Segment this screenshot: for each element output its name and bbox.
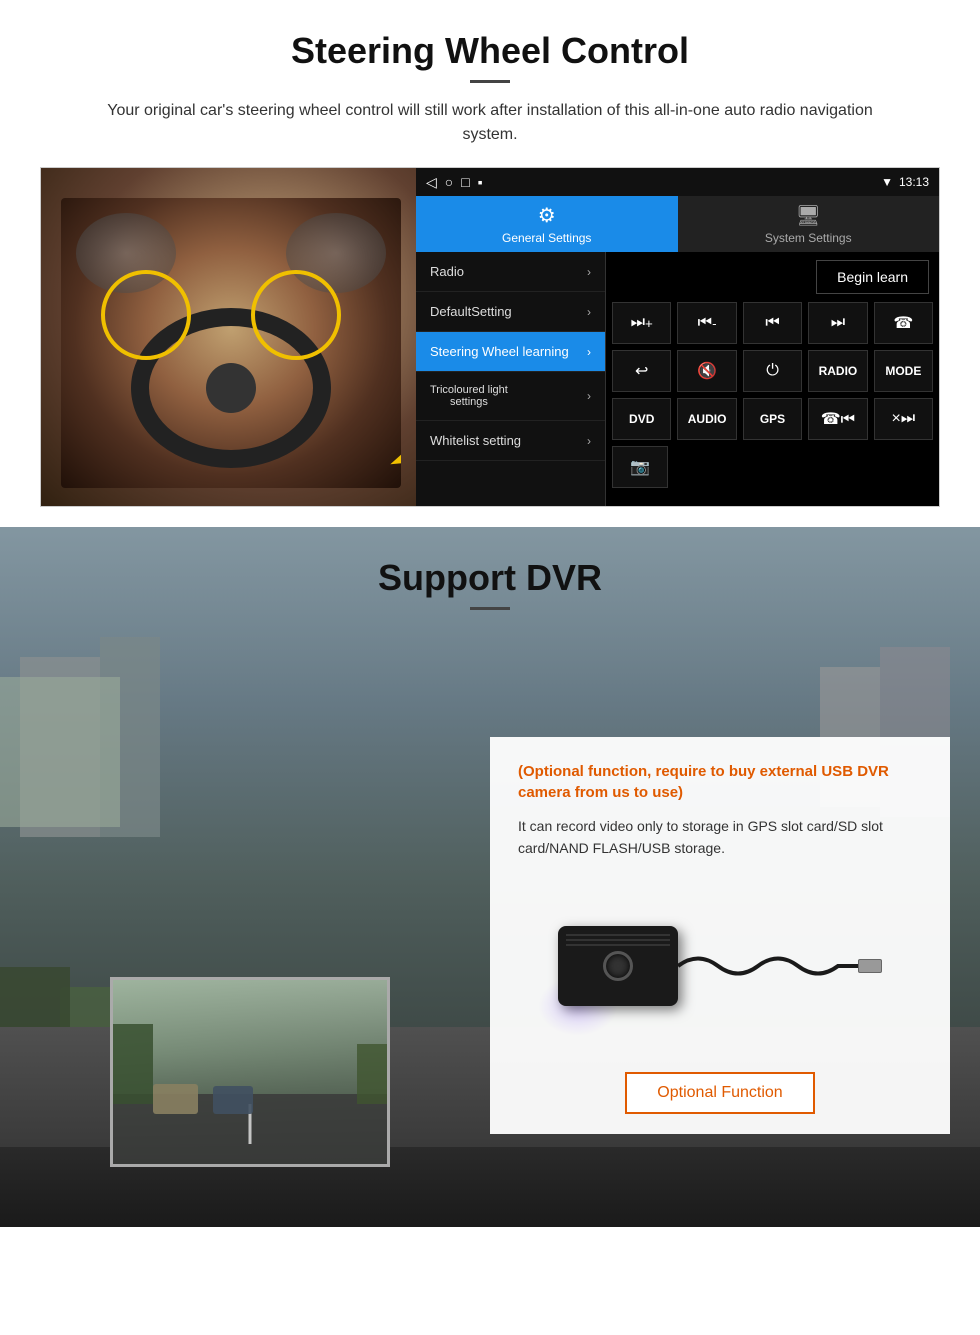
power-btn[interactable]: ⏻ [743,350,802,392]
menu-list: Radio › DefaultSetting › Steering Wheel … [416,252,606,506]
control-row-3: DVD AUDIO GPS ☎⏮ ×⏭ [612,398,933,440]
sw-circle-left [101,270,191,360]
chevron-icon: › [587,345,591,359]
divider [470,80,510,83]
call-btn[interactable]: ☎ [874,302,933,344]
tab-system-label: System Settings [765,231,852,245]
chevron-icon: › [587,265,591,279]
steering-description: Your original car's steering wheel contr… [80,99,900,147]
chevron-icon: › [587,389,591,403]
dvr-info-card: (Optional function, require to buy exter… [490,737,950,1134]
android-ui: ◁ ○ □ ▪ ▼ 13:13 ⚙ General Settings 🖥 Sys… [416,168,939,506]
dvr-background: Support DVR (Optional function, require … [0,527,980,1227]
vol-down-btn[interactable]: ⏮- [677,302,736,344]
dvr-description: It can record video only to storage in G… [518,815,922,860]
menu-icon: ▪ [478,174,483,191]
menu-label-steering: Steering Wheel learning [430,344,569,359]
usb-plug [858,959,882,973]
dvd-btn[interactable]: DVD [612,398,671,440]
dvr-title-area: Support DVR [0,527,980,636]
sw-circle-right [251,270,341,360]
control-row-2: ↩ 🔇 ⏻ RADIO MODE [612,350,933,392]
home-icon: ○ [445,174,453,191]
dvr-section: Support DVR (Optional function, require … [0,527,980,1227]
control-row-4: 📷 [612,446,933,488]
mute-next-btn[interactable]: ×⏭ [874,398,933,440]
android-tabs: ⚙ General Settings 🖥 System Settings [416,196,939,252]
dvr-product-image [518,876,922,1056]
optional-function-button[interactable]: Optional Function [625,1072,814,1114]
back-icon: ◁ [426,174,437,191]
wifi-icon: ▼ [881,175,893,189]
car-photo: ➤ [41,168,416,507]
vol-up-btn[interactable]: ⏭+ [612,302,671,344]
menu-label-defaultsetting: DefaultSetting [430,304,512,319]
begin-learn-button[interactable]: Begin learn [816,260,929,294]
mode-btn[interactable]: MODE [874,350,933,392]
tab-general-label: General Settings [502,231,591,245]
menu-label-whitelist: Whitelist setting [430,433,521,448]
chevron-icon: › [587,434,591,448]
gear-icon: ⚙ [538,203,556,228]
time-display: 13:13 [899,175,929,189]
dvr-thumbnail [110,977,390,1167]
car-photo-inner: ➤ [41,168,416,507]
gps-btn[interactable]: GPS [743,398,802,440]
camera-cable-svg [678,946,858,986]
prev-btn[interactable]: ⏮ [743,302,802,344]
android-content: Radio › DefaultSetting › Steering Wheel … [416,252,939,506]
dvr-optional-text: (Optional function, require to buy exter… [518,761,922,803]
tab-system-settings[interactable]: 🖥 System Settings [678,196,940,252]
dvr-thumb-inner [113,980,387,1164]
dvr-divider [470,607,510,610]
radio-btn[interactable]: RADIO [808,350,867,392]
audio-btn[interactable]: AUDIO [677,398,736,440]
statusbar-nav-icons: ◁ ○ □ ▪ [426,174,483,191]
menu-label-radio: Radio [430,264,464,279]
camera-body [558,926,678,1006]
android-statusbar: ◁ ○ □ ▪ ▼ 13:13 [416,168,939,196]
menu-item-defaultsetting[interactable]: DefaultSetting › [416,292,605,332]
mute-btn[interactable]: 🔇 [677,350,736,392]
menu-item-whitelist[interactable]: Whitelist setting › [416,421,605,461]
next-btn[interactable]: ⏭ [808,302,867,344]
chevron-icon: › [587,305,591,319]
button-grid: Begin learn ⏭+ ⏮- ⏮ ⏭ ☎ ↩ 🔇 ⏻ [606,252,939,506]
menu-item-radio[interactable]: Radio › [416,252,605,292]
begin-learn-row: Begin learn [612,258,933,296]
camera-lens [603,951,633,981]
camera-btn[interactable]: 📷 [612,446,668,488]
control-row-1: ⏭+ ⏮- ⏮ ⏭ ☎ [612,302,933,344]
recents-icon: □ [461,174,469,191]
menu-item-steering-wheel-learning[interactable]: Steering Wheel learning › [416,332,605,372]
menu-item-tricoloured[interactable]: Tricoloured lightsettings › [416,372,605,421]
dvr-title: Support DVR [40,557,940,599]
steering-section: Steering Wheel Control Your original car… [0,0,980,527]
call-prev-btn[interactable]: ☎⏮ [808,398,867,440]
steering-title: Steering Wheel Control [40,30,940,72]
menu-label-tricoloured: Tricoloured lightsettings [430,384,508,408]
system-icon: 🖥 [796,203,821,228]
screenshot-container: ➤ ◁ ○ □ ▪ ▼ 13:13 ⚙ [40,167,940,507]
hangup-btn[interactable]: ↩ [612,350,671,392]
tab-general-settings[interactable]: ⚙ General Settings [416,196,678,252]
